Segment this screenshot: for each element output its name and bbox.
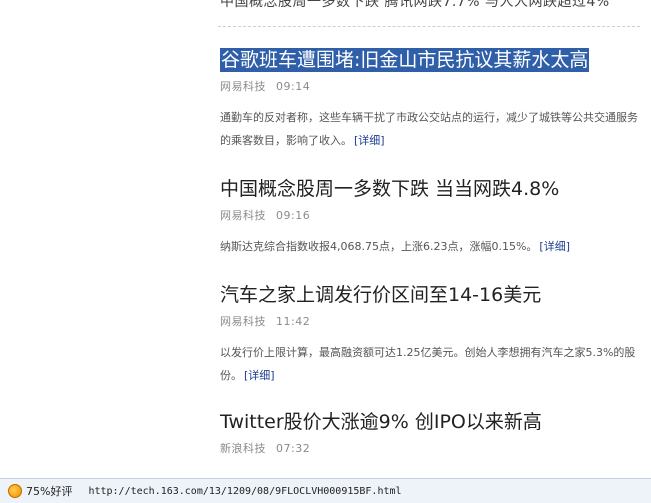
article-time: 11:42 — [276, 315, 311, 328]
browser-status-bar: 75%好评 http://tech.163.com/13/1209/08/9FL… — [0, 478, 651, 503]
summary-text: 通勤车的反对者称，这些车辆干扰了市政公交站点的运行，减少了城铁等公共交通服务的乘… — [220, 111, 638, 147]
article-summary: 以发行价上限计算，最高融资额可达1.25亿美元。创始人李想拥有汽车之家5.3%的… — [220, 341, 640, 387]
article-title[interactable]: Twitter股价大涨逾9% 创IPO以来新高 — [220, 410, 542, 434]
detail-link[interactable]: [详细] — [539, 240, 570, 253]
article-item: 中国概念股周一多数下跌 当当网跌4.8% 网易科技 09:16 纳斯达克综合指数收… — [220, 177, 640, 258]
article-item: 汽车之家上调发行价区间至14-16美元 网易科技 11:42 以发行价上限计算，最… — [220, 283, 640, 387]
article-source: 网易科技 — [220, 80, 266, 93]
article-time: 07:32 — [276, 442, 311, 455]
article-source: 网易科技 — [220, 315, 266, 328]
divider — [218, 26, 640, 27]
article-item: Twitter股价大涨逾9% 创IPO以来新高 新浪科技 07:32 — [220, 410, 640, 456]
article-item: 谷歌班车遭围堵:旧金山市民抗议其薪水太高 网易科技 09:14 通勤车的反对者称，… — [220, 48, 640, 152]
detail-link[interactable]: [详细] — [354, 134, 385, 147]
article-source: 新浪科技 — [220, 442, 266, 455]
orange-icon[interactable] — [8, 484, 22, 498]
article-source: 网易科技 — [220, 209, 266, 222]
summary-text: 纳斯达克综合指数收报4,068.75点，上涨6.23点，涨幅0.15%。 — [220, 240, 538, 253]
article-title[interactable]: 谷歌班车遭围堵:旧金山市民抗议其薪水太高 — [220, 48, 590, 72]
detail-link[interactable]: [详细] — [244, 369, 275, 382]
article-meta: 网易科技 09:16 — [220, 207, 640, 223]
rating-label[interactable]: 75%好评 — [26, 483, 72, 499]
article-meta: 网易科技 09:14 — [220, 78, 640, 94]
article-time: 09:14 — [276, 80, 311, 93]
status-url: http://tech.163.com/13/1209/08/9FLOCLVH0… — [88, 485, 402, 497]
article-summary: 纳斯达克综合指数收报4,068.75点，上涨6.23点，涨幅0.15%。 [详细] — [220, 235, 640, 258]
article-meta: 新浪科技 07:32 — [220, 440, 640, 456]
article-list-page: 中国概念股周一多数下跌 腾讯网跌7.7% 与人人网跌超过4% 谷歌班车遭围堵:旧… — [0, 0, 651, 478]
article-time: 09:16 — [276, 209, 311, 222]
article-title[interactable]: 汽车之家上调发行价区间至14-16美元 — [220, 283, 541, 307]
article-meta: 网易科技 11:42 — [220, 313, 640, 329]
summary-text: 以发行价上限计算，最高融资额可达1.25亿美元。创始人李想拥有汽车之家5.3%的… — [220, 346, 636, 382]
previous-summary-cutoff: 中国概念股周一多数下跌 腾讯网跌7.7% 与人人网跌超过4% — [220, 0, 610, 10]
article-summary: 通勤车的反对者称，这些车辆干扰了市政公交站点的运行，减少了城铁等公共交通服务的乘… — [220, 106, 640, 152]
article-title[interactable]: 中国概念股周一多数下跌 当当网跌4.8% — [220, 177, 559, 201]
